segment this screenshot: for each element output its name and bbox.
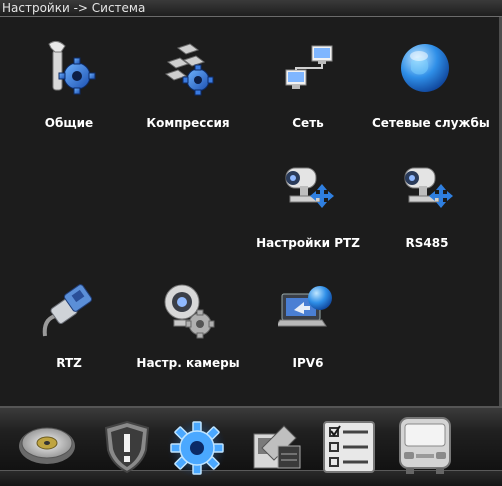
tile-compression[interactable]: Компрессия (133, 40, 243, 140)
cable-connector-icon (42, 284, 93, 337)
tile-network-services[interactable]: Сетевые службы (372, 40, 490, 140)
webcam-gear-icon (164, 284, 215, 339)
taskbar-tools-button[interactable] (244, 416, 306, 478)
compression-blocks-icon (164, 43, 214, 96)
tile-ptz-settings[interactable]: Настройки PTZ (253, 160, 363, 260)
tile-label: Общие (44, 116, 94, 130)
taskbar-disk-button[interactable] (16, 416, 78, 478)
ptz-camera-icon (285, 167, 334, 208)
tile-general[interactable]: Общие (14, 40, 124, 140)
tile-label: RTZ (56, 356, 82, 370)
tile-label: IPV6 (292, 356, 324, 370)
settings-window: Настройки -> Система Общие Компрессия Се… (0, 0, 502, 486)
system-gear-icon (167, 418, 227, 478)
network-icon (285, 45, 333, 89)
tile-rtz[interactable]: RTZ (14, 280, 124, 380)
tile-label: Настр. камеры (136, 356, 240, 370)
tile-label: Сетевые службы (372, 116, 490, 130)
rs485-camera-icon (404, 167, 453, 208)
bus-icon (399, 417, 451, 474)
alarm-shield-icon (104, 420, 150, 474)
taskbar-exit-button[interactable] (394, 414, 456, 476)
globe-icon (401, 44, 449, 92)
title-bar: Настройки -> Система (0, 0, 502, 17)
window-title: Настройки -> Система (2, 1, 146, 15)
laptop-globe-icon (278, 286, 332, 327)
tile-label: RS485 (405, 236, 449, 250)
tile-camera-settings[interactable]: Настр. камеры (133, 280, 243, 380)
taskbar-alarm-button[interactable] (96, 416, 158, 478)
disk-icon (19, 427, 75, 464)
taskbar-info-button[interactable] (318, 416, 380, 478)
tile-rs485[interactable]: RS485 (372, 160, 482, 260)
tile-network[interactable]: Сеть (253, 40, 363, 140)
tile-label: Компрессия (146, 116, 230, 130)
tile-label: Настройки PTZ (256, 236, 360, 250)
tools-icon (253, 425, 301, 469)
checklist-icon (323, 421, 375, 473)
taskbar-system-button[interactable] (166, 416, 228, 478)
tile-ipv6[interactable]: IPV6 (253, 280, 363, 380)
wrench-gear-icon (48, 40, 96, 95)
tile-label: Сеть (292, 116, 324, 130)
